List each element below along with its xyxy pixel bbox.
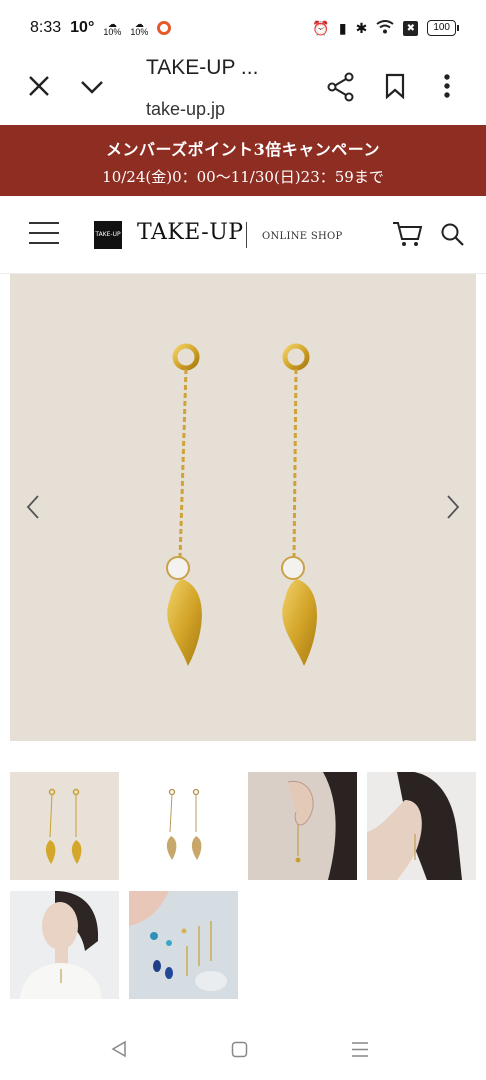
- chevron-down-icon[interactable]: [80, 76, 104, 98]
- share-icon[interactable]: [327, 72, 355, 102]
- browser-toolbar: TAKE-UP ... take-up.jp: [0, 56, 486, 125]
- thumbnail-4[interactable]: [367, 772, 476, 880]
- system-navigation-bar: [0, 1020, 486, 1080]
- next-arrow-icon[interactable]: [443, 492, 463, 522]
- status-bar: 8:33 10° ☁ 10% ☁ 10% ⏰ ▮ ✱ ✖ 100: [0, 0, 486, 56]
- thumbnail-1[interactable]: [10, 772, 119, 880]
- notification-badge-icon: ✖: [403, 20, 419, 36]
- status-time: 8:33: [30, 19, 62, 36]
- product-main-image[interactable]: [10, 274, 476, 741]
- status-right: ⏰ ▮ ✱ ✖ 100: [312, 19, 459, 37]
- recents-icon[interactable]: [351, 1041, 369, 1058]
- promo-title: メンバーズポイント3倍キャンペーン: [105, 140, 381, 159]
- status-temperature: 10°: [70, 19, 95, 36]
- weather-icon-1: ☁ 10%: [103, 19, 122, 37]
- thumb-3-art: [248, 772, 357, 880]
- bookmark-icon[interactable]: [385, 73, 405, 99]
- close-icon[interactable]: [27, 74, 51, 98]
- thumbnail-2[interactable]: [129, 772, 238, 880]
- thumb-6-art: [129, 891, 238, 999]
- thumb-2-art: [166, 788, 202, 860]
- thumbnail-3[interactable]: [248, 772, 357, 880]
- weather-2-text: 10%: [130, 27, 149, 37]
- more-vert-icon[interactable]: [440, 73, 454, 99]
- right-earring: [281, 343, 318, 666]
- alarm-icon: ⏰: [312, 19, 330, 36]
- left-earring: [166, 343, 202, 666]
- cart-icon[interactable]: [392, 220, 424, 248]
- page-title[interactable]: TAKE-UP ...: [146, 56, 258, 80]
- home-icon[interactable]: [231, 1041, 248, 1058]
- earrings-illustration: [166, 343, 318, 666]
- hamburger-icon[interactable]: [29, 222, 59, 246]
- previous-arrow-icon[interactable]: [23, 492, 43, 522]
- thumb-4-art: [367, 772, 476, 880]
- weather-1-text: 10%: [103, 27, 122, 37]
- promo-period: 10/24(金)0：00〜11/30(日)23：59まで: [102, 168, 384, 186]
- back-icon[interactable]: [110, 1040, 128, 1058]
- logo-divider: [246, 222, 247, 248]
- promo-banner[interactable]: メンバーズポイント3倍キャンペーン 10/24(金)0：00〜11/30(日)2…: [0, 125, 486, 196]
- logo-text[interactable]: TAKE-UP: [137, 220, 244, 245]
- app-ring-icon: [157, 21, 172, 35]
- thumbnail-5[interactable]: [10, 891, 119, 999]
- bluetooth-icon: ✱: [355, 19, 368, 36]
- logo-subtitle: ONLINE SHOP: [262, 231, 343, 242]
- search-icon[interactable]: [440, 222, 466, 248]
- thumb-1-art: [45, 788, 82, 864]
- site-header: TAKE-UP TAKE-UP ONLINE SHOP: [0, 196, 486, 274]
- logo-mark[interactable]: TAKE-UP: [94, 221, 122, 249]
- thumb-5-art: [10, 891, 119, 999]
- weather-icon-2: ☁ 10%: [130, 19, 149, 37]
- page-url[interactable]: take-up.jp: [146, 99, 225, 120]
- status-left: 8:33 10° ☁ 10% ☁ 10%: [30, 19, 172, 37]
- battery-icon: 100: [427, 20, 459, 36]
- thumbnail-6[interactable]: [129, 891, 238, 999]
- wifi-icon: [376, 19, 394, 37]
- vibrate-icon: ▮: [338, 19, 347, 36]
